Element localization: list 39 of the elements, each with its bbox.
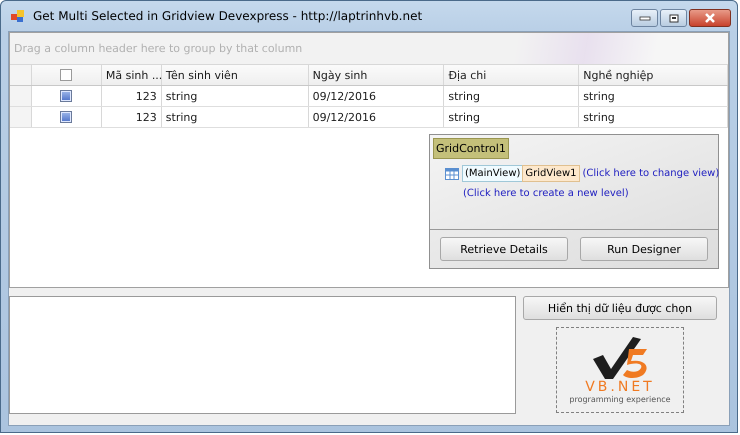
app-icon xyxy=(11,9,25,23)
table-cell: string xyxy=(444,107,580,127)
view-name-label: GridView1 xyxy=(522,165,580,182)
select-all-checkbox[interactable] xyxy=(60,69,72,81)
table-cell: 123 xyxy=(102,107,162,127)
logo-tagline: programming experience xyxy=(569,394,671,404)
new-level-link[interactable]: (Click here to create a new level) xyxy=(463,188,715,199)
control-name-label: GridControl1 xyxy=(433,138,509,159)
window-title: Get Multi Selected in Gridview Devexpress - http://laptrinhvb.net xyxy=(33,9,424,23)
designer-button[interactable]: Run Designer xyxy=(580,237,708,261)
logo-brand-text: VB.NET xyxy=(585,380,655,394)
main-view-label: (MainView) xyxy=(462,165,524,182)
maximize-icon xyxy=(668,14,678,22)
minimize-button[interactable] xyxy=(631,9,658,27)
table-cell: string xyxy=(444,86,580,106)
row-checkbox[interactable] xyxy=(60,90,72,102)
maximize-button[interactable] xyxy=(660,9,687,27)
output-text-box[interactable] xyxy=(9,296,516,414)
designer-button[interactable]: Retrieve Details xyxy=(440,237,568,261)
table-cell: 09/12/2016 xyxy=(308,86,444,106)
group-panel-hint: Drag a column header here to group by that column xyxy=(14,42,302,55)
table-cell: 123 xyxy=(102,86,162,106)
close-button[interactable] xyxy=(689,9,731,27)
table-cell: string xyxy=(162,86,309,106)
row-checkbox[interactable] xyxy=(60,111,72,123)
change-view-link[interactable]: (Click here to change view) xyxy=(582,168,720,179)
column-header[interactable]: Mã sinh ... xyxy=(102,65,162,85)
grid-icon xyxy=(445,168,459,180)
minimize-icon xyxy=(638,15,650,21)
close-icon xyxy=(704,13,716,23)
table-cell: string xyxy=(162,107,309,127)
table-cell: 09/12/2016 xyxy=(308,107,444,127)
column-header[interactable]: Địa chi xyxy=(444,65,580,85)
table-cell: string xyxy=(579,86,728,106)
column-header[interactable]: Ngày sinh xyxy=(308,65,444,85)
table-cell: string xyxy=(579,107,728,127)
column-header[interactable]: Nghề nghiệp xyxy=(579,65,728,85)
column-header[interactable]: Tên sinh viên xyxy=(162,65,309,85)
show-selected-button[interactable]: Hiển thị dữ liệu được chọn xyxy=(523,296,717,320)
